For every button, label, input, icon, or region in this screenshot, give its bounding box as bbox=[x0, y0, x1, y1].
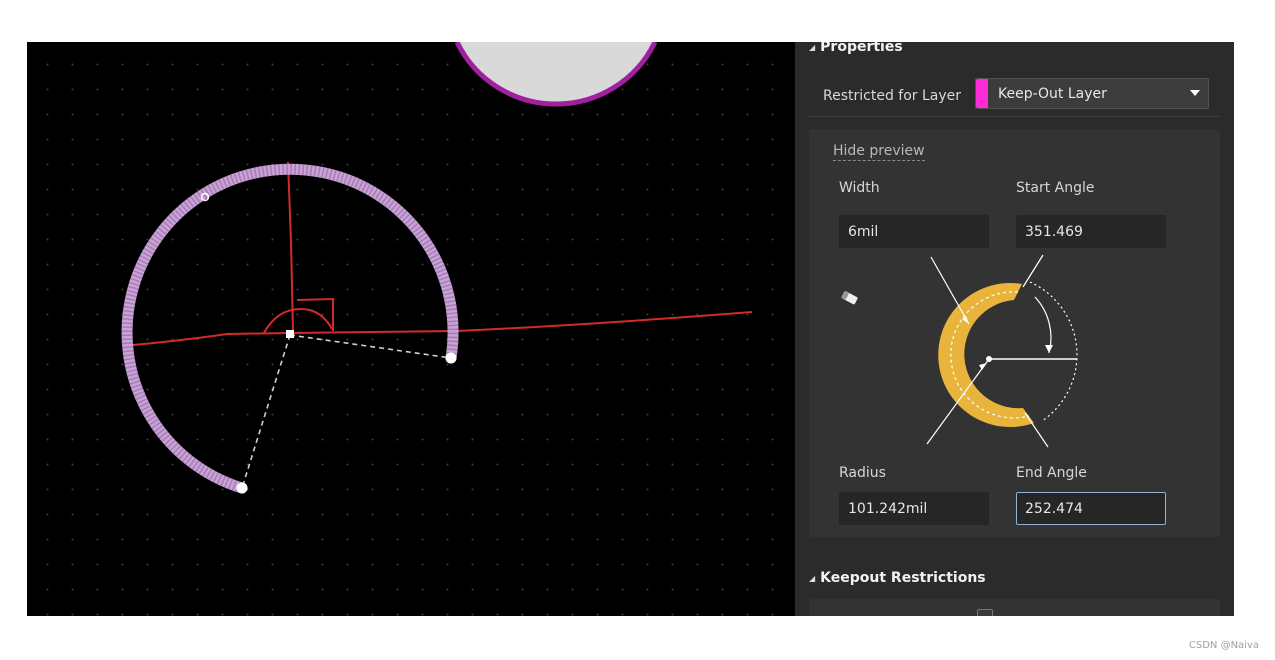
properties-title: Properties bbox=[820, 42, 903, 55]
layer-dropdown[interactable]: Keep-Out Layer bbox=[975, 78, 1209, 109]
top-pad-object[interactable] bbox=[454, 42, 658, 107]
pcb-canvas[interactable] bbox=[27, 42, 795, 616]
end-angle-label: End Angle bbox=[1016, 465, 1087, 481]
chevron-down-icon[interactable] bbox=[1190, 90, 1200, 96]
app-window: ◢ Properties Restricted for Layer Keep-O… bbox=[27, 42, 1234, 616]
collapse-triangle-icon[interactable]: ◢ bbox=[809, 43, 815, 52]
keepout-title: Keepout Restrictions bbox=[820, 570, 986, 586]
watermark: CSDN @Naiva bbox=[1188, 640, 1259, 651]
eraser-icon[interactable] bbox=[839, 289, 861, 307]
arc-preview-box: Hide preview Width Start Angle 6mil 351.… bbox=[809, 129, 1220, 537]
center-handle bbox=[286, 330, 294, 338]
hide-preview-link[interactable]: Hide preview bbox=[833, 143, 925, 161]
layer-color-swatch bbox=[976, 79, 988, 108]
radius-label: Radius bbox=[839, 465, 886, 481]
start-angle-label: Start Angle bbox=[1016, 180, 1095, 196]
radius-input[interactable] bbox=[839, 492, 989, 525]
keepout-checkbox[interactable] bbox=[977, 609, 993, 616]
restricted-layer-row: Restricted for Layer Keep-Out Layer bbox=[809, 76, 1220, 117]
arc-angle-diagram bbox=[926, 254, 1078, 448]
width-input[interactable] bbox=[839, 215, 989, 248]
collapse-triangle-icon[interactable]: ◢ bbox=[809, 574, 815, 583]
end-handle bbox=[445, 352, 457, 364]
radius-dashed-lines bbox=[241, 334, 452, 489]
start-handle bbox=[236, 482, 248, 494]
width-label: Width bbox=[839, 180, 880, 196]
preview-arc-ring bbox=[938, 283, 1034, 428]
start-angle-input[interactable] bbox=[1016, 215, 1166, 248]
layer-dropdown-value: Keep-Out Layer bbox=[998, 85, 1107, 102]
keepout-section-header[interactable]: ◢ Keepout Restrictions bbox=[809, 570, 986, 586]
end-angle-input[interactable] bbox=[1016, 492, 1166, 525]
keepout-restrictions-box bbox=[809, 599, 1220, 616]
restricted-layer-label: Restricted for Layer bbox=[823, 88, 962, 104]
canvas-drawing bbox=[121, 42, 753, 494]
properties-section-header[interactable]: ◢ Properties bbox=[809, 42, 903, 55]
properties-panel: ◢ Properties Restricted for Layer Keep-O… bbox=[795, 42, 1234, 616]
